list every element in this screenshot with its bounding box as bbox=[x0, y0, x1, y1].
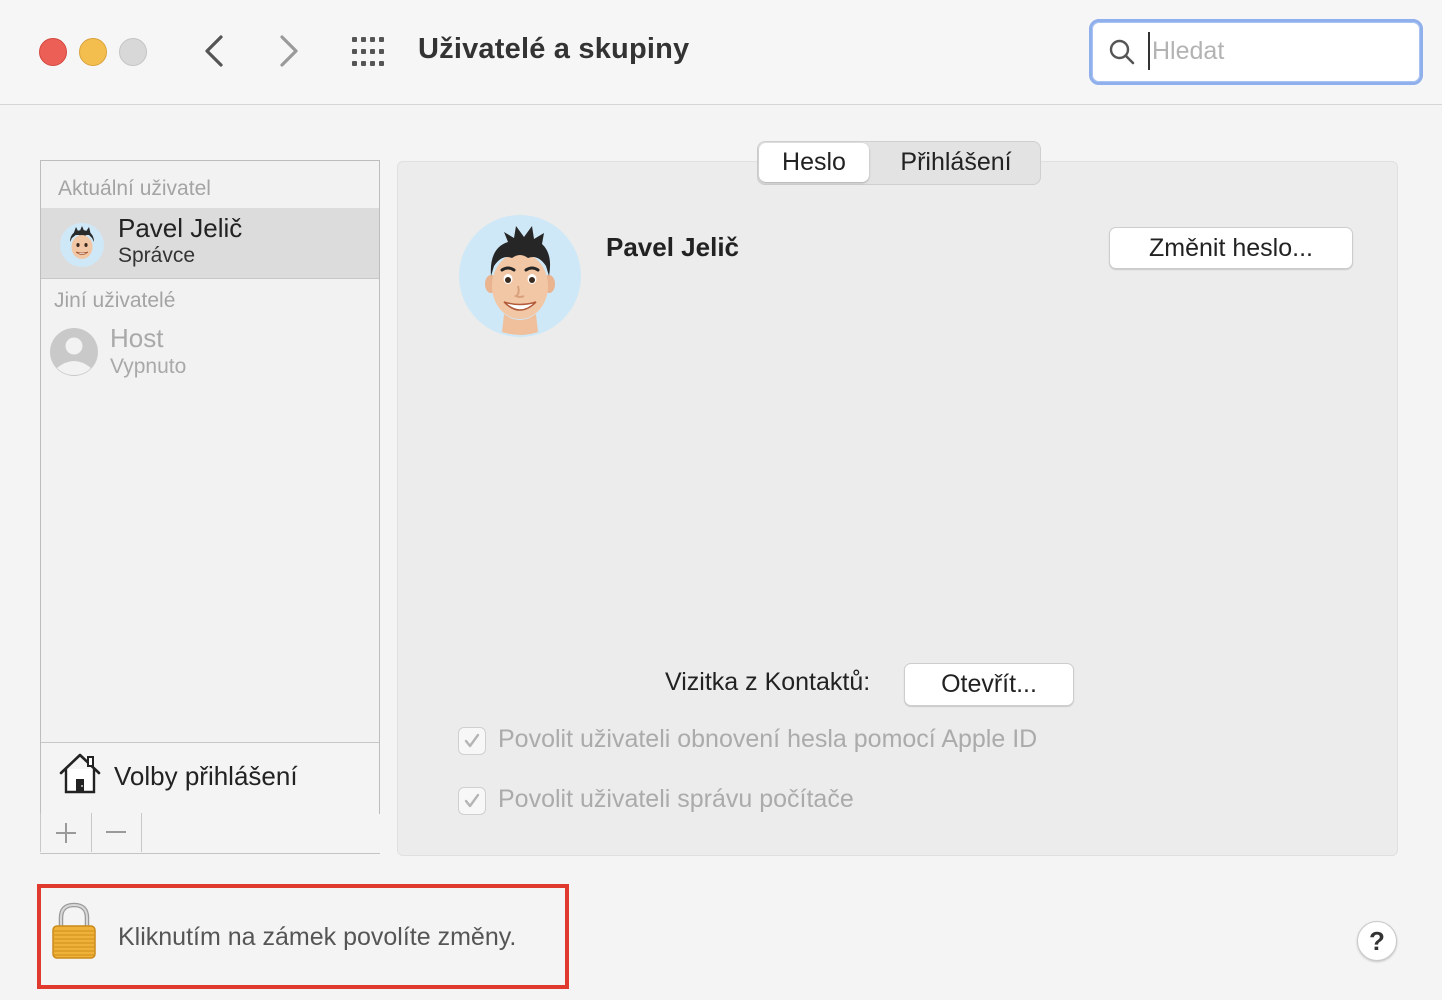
add-user-button[interactable] bbox=[40, 813, 92, 852]
house-icon bbox=[59, 753, 101, 794]
guest-avatar-icon bbox=[50, 328, 98, 376]
forward-chevron-icon bbox=[280, 35, 298, 67]
tab-password[interactable]: Heslo bbox=[759, 143, 869, 182]
user-avatar-large[interactable] bbox=[458, 214, 582, 338]
admin-checkbox[interactable] bbox=[458, 787, 486, 815]
user-avatar-icon bbox=[60, 223, 104, 267]
zoom-window-button[interactable] bbox=[119, 38, 147, 66]
change-password-button[interactable]: Změnit heslo... bbox=[1109, 227, 1353, 269]
tab-bar: Heslo Přihlášení bbox=[757, 141, 1041, 185]
back-button[interactable] bbox=[195, 30, 235, 72]
back-chevron-icon bbox=[205, 35, 223, 67]
current-user-section-label: Aktuální uživatel bbox=[58, 177, 211, 200]
user-row-guest[interactable]: Host Vypnuto bbox=[41, 319, 379, 389]
current-user-name: Pavel Jelič bbox=[118, 213, 243, 243]
grid-icon bbox=[352, 37, 384, 66]
reset-with-apple-id-label: Povolit uživateli obnovení hesla pomocí … bbox=[498, 725, 1038, 753]
contact-card-label: Vizitka z Kontaktů: bbox=[665, 668, 871, 696]
remove-user-button[interactable] bbox=[91, 813, 142, 852]
login-options-item[interactable]: Volby přihlášení bbox=[41, 742, 379, 814]
add-remove-bar bbox=[40, 813, 380, 854]
search-input[interactable] bbox=[1148, 32, 1404, 70]
search-field[interactable] bbox=[1089, 19, 1423, 85]
toolbar: Uživatelé a skupiny bbox=[0, 0, 1442, 105]
open-contact-button[interactable]: Otevřít... bbox=[904, 663, 1074, 706]
search-icon bbox=[1109, 39, 1135, 65]
user-row-current[interactable]: Pavel Jelič Správce bbox=[41, 208, 379, 279]
reset-with-apple-id-checkbox[interactable] bbox=[458, 727, 486, 755]
lock-hint-text: Kliknutím na zámek povolíte změny. bbox=[118, 923, 517, 951]
current-user-role: Správce bbox=[118, 244, 196, 267]
minimize-window-button[interactable] bbox=[79, 38, 107, 66]
tab-login[interactable]: Přihlášení bbox=[876, 142, 1036, 182]
close-window-button[interactable] bbox=[39, 38, 67, 66]
minus-icon bbox=[106, 831, 126, 833]
login-options-label: Volby přihlášení bbox=[114, 761, 298, 791]
plus-icon bbox=[56, 823, 76, 843]
checkmark-icon bbox=[464, 793, 480, 808]
guest-user-status: Vypnuto bbox=[110, 355, 187, 378]
admin-label: Povolit uživateli správu počítače bbox=[498, 785, 854, 813]
guest-user-name: Host bbox=[110, 323, 164, 353]
lock-icon[interactable] bbox=[50, 902, 98, 960]
window-title: Uživatelé a skupiny bbox=[418, 33, 690, 65]
help-button[interactable]: ? bbox=[1357, 921, 1397, 961]
checkmark-icon bbox=[464, 733, 480, 748]
user-full-name: Pavel Jelič bbox=[606, 232, 739, 262]
user-list: Aktuální uživatel Pavel Jelič Správce Ji… bbox=[40, 160, 380, 814]
show-all-button[interactable] bbox=[350, 34, 390, 70]
other-users-section-label: Jiní uživatelé bbox=[54, 289, 176, 312]
forward-button[interactable] bbox=[268, 30, 308, 72]
